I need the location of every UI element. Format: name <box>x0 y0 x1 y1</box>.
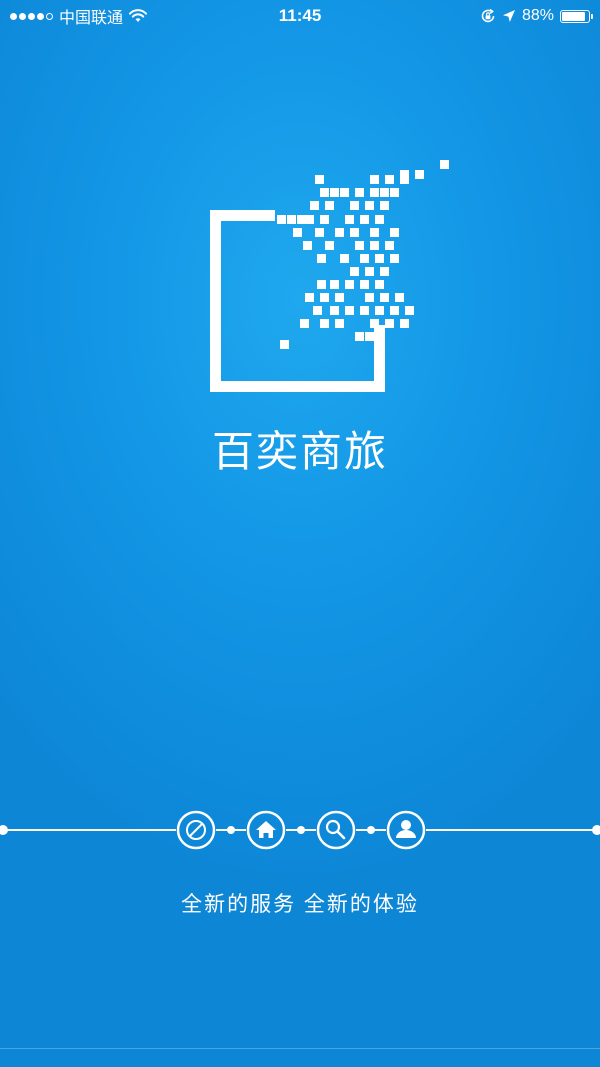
logo-pixel <box>380 201 389 210</box>
logo-pixel <box>317 254 326 263</box>
logo-pixel <box>365 201 374 210</box>
logo-pixel <box>415 170 424 179</box>
compass-icon <box>176 810 216 850</box>
logo-pixel <box>370 241 379 250</box>
location-arrow-icon <box>502 10 515 22</box>
logo-pixel <box>335 293 344 302</box>
logo-pixel <box>293 228 302 237</box>
logo-pixel <box>305 215 314 224</box>
status-bar: 中国联通 11:45 88% <box>0 0 600 32</box>
logo-frame <box>210 210 385 392</box>
logo-pixel <box>440 160 449 169</box>
logo-pixel <box>350 228 359 237</box>
logo-pixel <box>300 319 309 328</box>
logo-pixel <box>390 228 399 237</box>
logo-pixel <box>340 254 349 263</box>
logo-pixel <box>350 201 359 210</box>
logo-pixel <box>277 215 286 224</box>
logo-pixel <box>325 241 334 250</box>
logo-pixel <box>375 254 384 263</box>
logo-pixel <box>350 267 359 276</box>
logo-pixel <box>320 293 329 302</box>
logo-pixel <box>375 215 384 224</box>
status-right: 88% <box>480 7 593 25</box>
logo-pixel <box>355 188 364 197</box>
logo-pixel <box>340 188 349 197</box>
logo-pixel <box>375 280 384 289</box>
logo-pixel <box>400 175 409 184</box>
logo-pixel <box>305 293 314 302</box>
logo-pixel <box>303 241 312 250</box>
logo-pixel <box>310 201 319 210</box>
app-logo <box>210 160 449 392</box>
logo-pixel <box>287 215 296 224</box>
logo-pixel <box>405 306 414 315</box>
logo-pixel <box>385 319 394 328</box>
logo-pixel <box>315 228 324 237</box>
logo-pixel <box>370 228 379 237</box>
wifi-icon <box>129 9 148 22</box>
logo-pixel <box>365 267 374 276</box>
logo-pixel <box>365 332 374 341</box>
logo-pixel <box>360 306 369 315</box>
logo-pixel <box>335 319 344 328</box>
logo-pixel <box>320 319 329 328</box>
bottom-divider <box>0 1048 600 1049</box>
home-icon <box>246 810 286 850</box>
status-left: 中国联通 <box>10 4 148 28</box>
logo-pixel <box>335 228 344 237</box>
tagline: 全新的服务 全新的体验 <box>181 893 419 916</box>
logo-pixel <box>395 293 404 302</box>
logo-pixel <box>313 306 322 315</box>
logo-pixel <box>330 306 339 315</box>
user-icon <box>386 810 426 850</box>
logo-pixel <box>370 188 379 197</box>
logo-pixel <box>360 215 369 224</box>
logo-pixel <box>280 340 289 349</box>
logo-pixel <box>390 306 399 315</box>
app-name: 百奕商旅 <box>211 428 388 475</box>
logo-pixel-cluster <box>277 160 449 349</box>
carrier-name: 中国联通 <box>59 10 124 27</box>
logo-pixel <box>355 332 364 341</box>
logo-pixel <box>385 175 394 184</box>
logo-pixel <box>400 319 409 328</box>
search-icon <box>316 810 356 850</box>
logo-pixel <box>380 267 389 276</box>
logo-pixel <box>355 241 364 250</box>
logo-pixel <box>320 215 329 224</box>
logo-pixel <box>345 215 354 224</box>
logo-pixel <box>317 280 326 289</box>
logo-pixel <box>315 175 324 184</box>
logo-pixel <box>370 175 379 184</box>
logo-pixel <box>360 254 369 263</box>
logo-pixel <box>370 319 379 328</box>
battery-level <box>562 11 585 21</box>
battery-percent: 88% <box>521 7 554 24</box>
logo-pixel <box>320 188 329 197</box>
logo-pixel <box>390 188 399 197</box>
logo-pixel <box>325 201 334 210</box>
logo-pixel <box>390 254 399 263</box>
feature-timeline <box>0 810 600 850</box>
status-time: 11:45 <box>278 6 322 25</box>
battery-icon <box>560 9 593 23</box>
logo-pixel <box>297 215 306 224</box>
logo-pixel <box>380 293 389 302</box>
logo-pixel <box>345 306 354 315</box>
logo-pixel <box>330 280 339 289</box>
logo-pixel <box>385 241 394 250</box>
signal-strength-icon <box>10 12 53 20</box>
orientation-lock-icon <box>481 8 495 23</box>
logo-pixel <box>375 306 384 315</box>
logo-pixel <box>360 280 369 289</box>
logo-pixel <box>365 293 374 302</box>
logo-pixel <box>345 280 354 289</box>
logo-pixel <box>380 188 389 197</box>
logo-pixel <box>330 188 339 197</box>
